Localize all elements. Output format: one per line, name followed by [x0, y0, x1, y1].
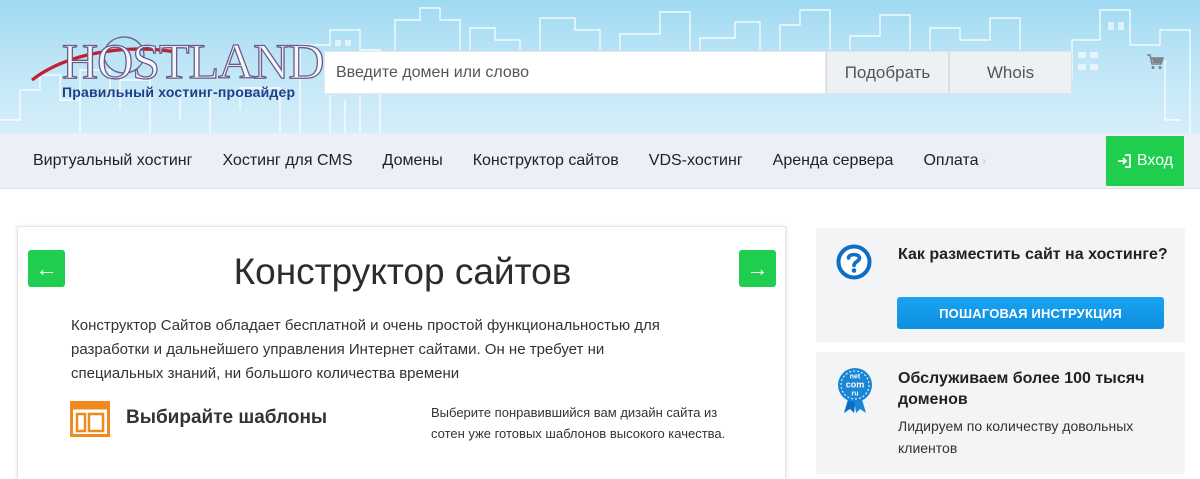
- feature-templates-description: Выберите понравившийся вам дизайн сайта …: [431, 405, 726, 441]
- logo-tagline: Правильный хостинг-провайдер: [62, 84, 296, 100]
- question-icon: [836, 244, 872, 280]
- logo-wordmark: HOSTLAND: [61, 32, 325, 89]
- stats-card: net com ru Обслуживаем более 100 тысяч д…: [816, 352, 1185, 474]
- main-nav: Виртуальный хостинг Хостинг для CMS Доме…: [0, 133, 1200, 189]
- howto-title: Как разместить сайт на хостинге?: [898, 246, 1168, 263]
- chevron-right-icon: ›: [982, 155, 986, 167]
- nav-item-virtual-hosting[interactable]: Виртуальный хостинг: [18, 133, 207, 189]
- next-slide-button[interactable]: →: [739, 250, 776, 287]
- domain-search-bar: Подобрать Whois: [324, 51, 1072, 94]
- template-icon: [70, 401, 110, 437]
- site-logo[interactable]: HOSTLAND Правильный хостинг-провайдер: [28, 30, 325, 110]
- domain-badge-icon: net com ru: [838, 368, 872, 413]
- page-title: Конструктор сайтов: [233, 251, 572, 292]
- cart-icon: [1147, 54, 1164, 69]
- pick-domain-button[interactable]: Подобрать: [826, 51, 949, 94]
- whois-button[interactable]: Whois: [949, 51, 1072, 94]
- badge-line-com: com: [846, 380, 865, 390]
- nav-item-vds-hosting[interactable]: VDS-хостинг: [634, 133, 758, 189]
- login-button[interactable]: Вход: [1106, 136, 1184, 186]
- login-label: Вход: [1136, 152, 1174, 169]
- nav-item-domains[interactable]: Домены: [368, 133, 458, 189]
- login-icon: [1117, 154, 1131, 168]
- nav-item-site-builder[interactable]: Конструктор сайтов: [458, 133, 634, 189]
- stats-text: Лидируем по количеству довольных клиенто…: [898, 418, 1134, 456]
- site-header: HOSTLAND Правильный хостинг-провайдер По…: [0, 0, 1200, 133]
- arrow-right-icon: →: [746, 255, 769, 281]
- nav-item-payment-label: Оплата: [923, 152, 979, 169]
- nav-item-payment[interactable]: Оплата ›: [908, 133, 1000, 189]
- builder-description: Конструктор Сайтов обладает бесплатной и…: [71, 317, 660, 382]
- site-builder-card: ← Конструктор сайтов → Конструктор Сайто…: [17, 226, 786, 479]
- nav-item-server-rent[interactable]: Аренда сервера: [758, 133, 909, 189]
- howto-card: Как разместить сайт на хостинге? ПОШАГОВ…: [816, 228, 1185, 342]
- nav-item-cms-hosting[interactable]: Хостинг для CMS: [207, 133, 367, 189]
- domain-search-input[interactable]: [324, 51, 826, 94]
- cart-button[interactable]: [1140, 48, 1170, 76]
- feature-templates-title: Выбирайте шаблоны: [126, 407, 328, 428]
- badge-line-ru: ru: [852, 391, 859, 398]
- step-by-step-button[interactable]: ПОШАГОВАЯ ИНСТРУКЦИЯ: [897, 297, 1164, 329]
- stats-title: Обслуживаем более 100 тысяч доменов: [898, 370, 1145, 408]
- nav-menu: Виртуальный хостинг Хостинг для CMS Доме…: [18, 133, 1001, 189]
